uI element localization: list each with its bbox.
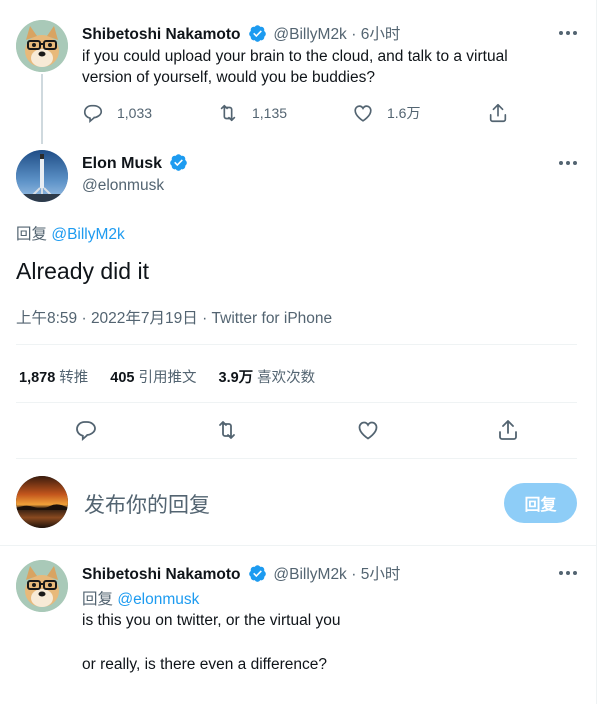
- divider: [0, 545, 597, 546]
- tweet1-share-button[interactable]: [487, 102, 605, 124]
- tweet1-text-line2: version of yourself, would you be buddie…: [82, 69, 375, 86]
- reply-tweet-header: Shibetoshi Nakamoto @BillyM2k · 5小时: [82, 562, 400, 584]
- stat-quotes[interactable]: 405 引用推文: [110, 366, 196, 387]
- main-tweet-text: Already did it: [16, 258, 149, 284]
- share-icon: [489, 103, 507, 123]
- stat-retweets[interactable]: 1,878 转推: [19, 366, 88, 387]
- reply-tweet-time[interactable]: · 5小时: [351, 566, 400, 583]
- tweet1-text-line1: if you could upload your brain to the cl…: [82, 48, 508, 65]
- divider: [16, 344, 577, 345]
- tweet1-retweet-count: 1,135: [252, 105, 288, 121]
- main-tweet-more-options-icon[interactable]: [556, 158, 580, 168]
- tweet-thread: Shibetoshi Nakamoto @BillyM2k · 6小时 if y…: [0, 0, 597, 704]
- stat-quotes-label: 引用推文: [138, 370, 197, 386]
- reply-submit-button[interactable]: 回复: [504, 483, 577, 523]
- main-tweet-timestamp[interactable]: 上午8:59 · 2022年7月19日 · Twitter for iPhone: [16, 306, 332, 328]
- verified-badge-icon: [245, 25, 273, 43]
- main-tweet-display-name[interactable]: Elon Musk: [82, 155, 162, 172]
- main-like-icon[interactable]: [356, 418, 380, 442]
- avatar-shibetoshi-reply[interactable]: [16, 560, 68, 612]
- main-reply-icon[interactable]: [74, 418, 98, 442]
- main-tweet-reply-prefix: 回复: [16, 226, 48, 243]
- divider: [16, 402, 577, 403]
- stat-likes-count: 3.9万: [218, 370, 254, 386]
- tweet1-display-name[interactable]: Shibetoshi Nakamoto: [82, 26, 240, 43]
- reply-tweet-handle[interactable]: @BillyM2k: [273, 566, 346, 583]
- stat-likes[interactable]: 3.9万 喜欢次数: [219, 366, 316, 387]
- main-tweet-stats: 1,878 转推 405 引用推文 3.9万 喜欢次数: [19, 366, 337, 387]
- like-icon: [354, 105, 372, 122]
- main-tweet-reply-to-link[interactable]: @BillyM2k: [51, 226, 124, 243]
- main-retweet-icon[interactable]: [215, 418, 239, 442]
- stat-retweets-label: 转推: [59, 370, 89, 386]
- tweet1-text: if you could upload your brain to the cl…: [82, 46, 508, 88]
- reply-tweet-more-options-icon[interactable]: [556, 568, 580, 578]
- main-share-icon[interactable]: [496, 418, 520, 442]
- reply-tweet-text-line1: is this you on twitter, or the virtual y…: [82, 612, 341, 629]
- tweet1-like-count: 1.6万: [387, 105, 421, 121]
- tweet1-handle[interactable]: @BillyM2k: [273, 26, 346, 43]
- reply-tweet-display-name[interactable]: Shibetoshi Nakamoto: [82, 566, 240, 583]
- avatar-shibetoshi[interactable]: [16, 20, 68, 72]
- stat-likes-label: 喜欢次数: [257, 370, 316, 386]
- verified-badge-icon: [166, 154, 190, 172]
- stat-quotes-count: 405: [110, 370, 135, 386]
- avatar-elon-musk[interactable]: [16, 150, 68, 202]
- main-tweet-handle[interactable]: @elonmusk: [82, 177, 164, 195]
- reply-compose-input[interactable]: 发布你的回复: [84, 489, 210, 519]
- reply-tweet-reply-prefix: 回复: [82, 591, 114, 608]
- verified-badge-icon: [245, 565, 273, 583]
- avatar-current-user[interactable]: [16, 476, 68, 528]
- tweet1-time[interactable]: · 6小时: [351, 26, 400, 43]
- main-tweet-reply-context: 回复 @BillyM2k: [16, 222, 125, 244]
- tweet1-actions: 1,033 1,135 1.6万: [82, 102, 605, 124]
- tweet1-header: Shibetoshi Nakamoto @BillyM2k · 6小时: [82, 22, 400, 44]
- divider: [16, 458, 577, 459]
- main-tweet-actions: [74, 418, 534, 442]
- reply-tweet-reply-to-link[interactable]: @elonmusk: [117, 591, 199, 608]
- retweet-icon: [220, 104, 236, 122]
- reply-tweet-reply-context: 回复 @elonmusk: [82, 587, 199, 609]
- thread-connector-line: [41, 74, 43, 144]
- tweet1-reply-button[interactable]: 1,033: [82, 102, 217, 124]
- tweet1-more-options-icon[interactable]: [556, 28, 580, 38]
- reply-icon: [83, 104, 103, 124]
- reply-tweet-text-line2: or really, is there even a difference?: [82, 656, 327, 673]
- tweet1-like-button[interactable]: 1.6万: [352, 102, 487, 124]
- stat-retweets-count: 1,878: [19, 370, 56, 386]
- tweet1-retweet-button[interactable]: 1,135: [217, 102, 352, 124]
- tweet1-reply-count: 1,033: [117, 105, 153, 121]
- main-tweet-display-name-row: Elon Musk: [82, 153, 190, 173]
